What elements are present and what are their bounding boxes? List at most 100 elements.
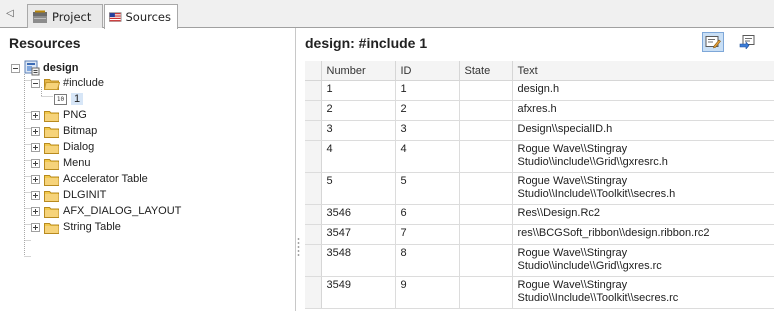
table-row[interactable]: 3549 9 Rogue Wave\\Stingray Studio\\Incl… [305,276,774,309]
row-header-gutter [305,61,322,81]
folder-icon [44,142,59,154]
cell-number: 3549 [321,276,396,309]
folder-icon [44,110,59,122]
folder-icon [44,206,59,218]
string-entry-icon: 10 [54,93,67,105]
tree-item-afx-dialog-layout[interactable]: AFX_DIALOG_LAYOUT [31,203,181,219]
folder-icon [44,126,59,138]
table-row[interactable]: 5 5 Rogue Wave\\Stingray Studio\\Include… [305,172,774,205]
cell-text: Design\\specialID.h [512,120,774,141]
cell-number: 3547 [321,224,396,245]
tab-strip: ◁ Project Sources [0,0,774,29]
table-row[interactable]: 3546 6 Res\\Design.Rc2 [305,204,774,225]
tree-item-png[interactable]: PNG [31,107,87,123]
cell-state [459,204,513,225]
table-row[interactable]: 2 2 afxres.h [305,100,774,121]
cell-id: 9 [395,276,460,309]
cell-text: afxres.h [512,100,774,121]
table-row[interactable]: 1 1 design.h [305,80,774,101]
tree-item-design[interactable]: design [11,60,78,76]
tree-item-string-table[interactable]: String Table [31,219,121,235]
resources-pane: Resources design #include 10 1 PNG Bitma… [0,28,296,311]
folder-open-icon [44,78,60,90]
column-header-id[interactable]: ID [395,61,460,81]
project-icon [33,10,47,23]
edit-button[interactable] [702,32,724,52]
table-row[interactable]: 3548 8 Rogue Wave\\Stingray Studio\\incl… [305,244,774,277]
tree-item-label: PNG [63,109,87,121]
row-gutter [305,244,322,277]
tree-item-accelerator-table[interactable]: Accelerator Table [31,171,148,187]
expand-icon[interactable] [31,110,40,120]
edit-icon [705,36,721,49]
tree-item-include-1[interactable]: 10 1 [54,91,84,107]
tree-item-bitmap[interactable]: Bitmap [31,123,97,139]
include-table: Number ID State Text 1 1 design.h 2 2 af… [305,61,774,309]
cell-text: Res\\Design.Rc2 [512,204,774,225]
cell-state [459,224,513,245]
column-header-number[interactable]: Number [321,61,396,81]
row-gutter [305,276,322,309]
detail-title: design: #include 1 [305,35,428,51]
cell-id: 5 [395,172,460,205]
cell-state [459,120,513,141]
expand-icon[interactable] [31,206,40,216]
cell-state [459,276,513,309]
tab-project-label: Project [52,9,92,24]
column-header-state[interactable]: State [459,61,513,81]
cell-text: design.h [512,80,774,101]
tab-sources[interactable]: Sources [104,4,178,29]
tree-item-label: AFX_DIALOG_LAYOUT [63,205,182,217]
cell-id: 4 [395,140,460,173]
resources-title: Resources [9,35,81,51]
expand-icon[interactable] [31,158,40,168]
cell-id: 1 [395,80,460,101]
cell-number: 1 [321,80,396,101]
expand-icon[interactable] [31,142,40,152]
collapse-icon[interactable] [11,63,20,73]
folder-icon [44,222,59,234]
cell-id: 3 [395,120,460,141]
tree-item-label: Menu [63,157,91,169]
table-header-row: Number ID State Text [305,61,774,81]
expand-icon[interactable] [31,190,40,200]
cell-number: 2 [321,100,396,121]
resource-file-icon [24,60,40,76]
table-row[interactable]: 3 3 Design\\specialID.h [305,120,774,141]
table-row[interactable]: 3547 7 res\\BCGSoft_ribbon\\design.ribbo… [305,224,774,245]
tree-item-label: Bitmap [63,125,98,137]
cell-text: Rogue Wave\\Stingray Studio\\include\\Gr… [512,244,774,277]
row-gutter [305,140,322,173]
tree-item-menu[interactable]: Menu [31,155,91,171]
row-gutter [305,80,322,101]
expand-icon[interactable] [31,126,40,136]
cell-id: 6 [395,204,460,225]
tab-project[interactable]: Project [27,4,103,28]
column-header-text[interactable]: Text [512,61,774,81]
expand-icon[interactable] [31,174,40,184]
tree-item-include[interactable]: #include [31,75,104,91]
tree-item-label: Dialog [63,141,95,153]
tab-scroll-left-icon[interactable]: ◁ [2,3,18,25]
tree-item-label: String Table [63,221,121,233]
cell-text: Rogue Wave\\Stingray Studio\\Include\\To… [512,276,774,309]
collapse-icon[interactable] [31,78,40,88]
tree-item-label: Accelerator Table [63,173,148,185]
row-gutter [305,100,322,121]
cell-number: 3546 [321,204,396,225]
goto-source-icon [739,35,755,49]
row-gutter [305,204,322,225]
cell-id: 8 [395,244,460,277]
tree-item-dlginit[interactable]: DLGINIT [31,187,106,203]
goto-source-button[interactable] [736,32,758,52]
table-row[interactable]: 4 4 Rogue Wave\\Stingray Studio\\include… [305,140,774,173]
row-gutter [305,120,322,141]
cell-number: 3548 [321,244,396,277]
cell-id: 2 [395,100,460,121]
tree-item-dialog[interactable]: Dialog [31,139,94,155]
expand-icon[interactable] [31,222,40,232]
tree-item-label: DLGINIT [63,189,107,201]
cell-text: Rogue Wave\\Stingray Studio\\Include\\To… [512,172,774,205]
folder-icon [44,174,59,186]
cell-state [459,140,513,173]
